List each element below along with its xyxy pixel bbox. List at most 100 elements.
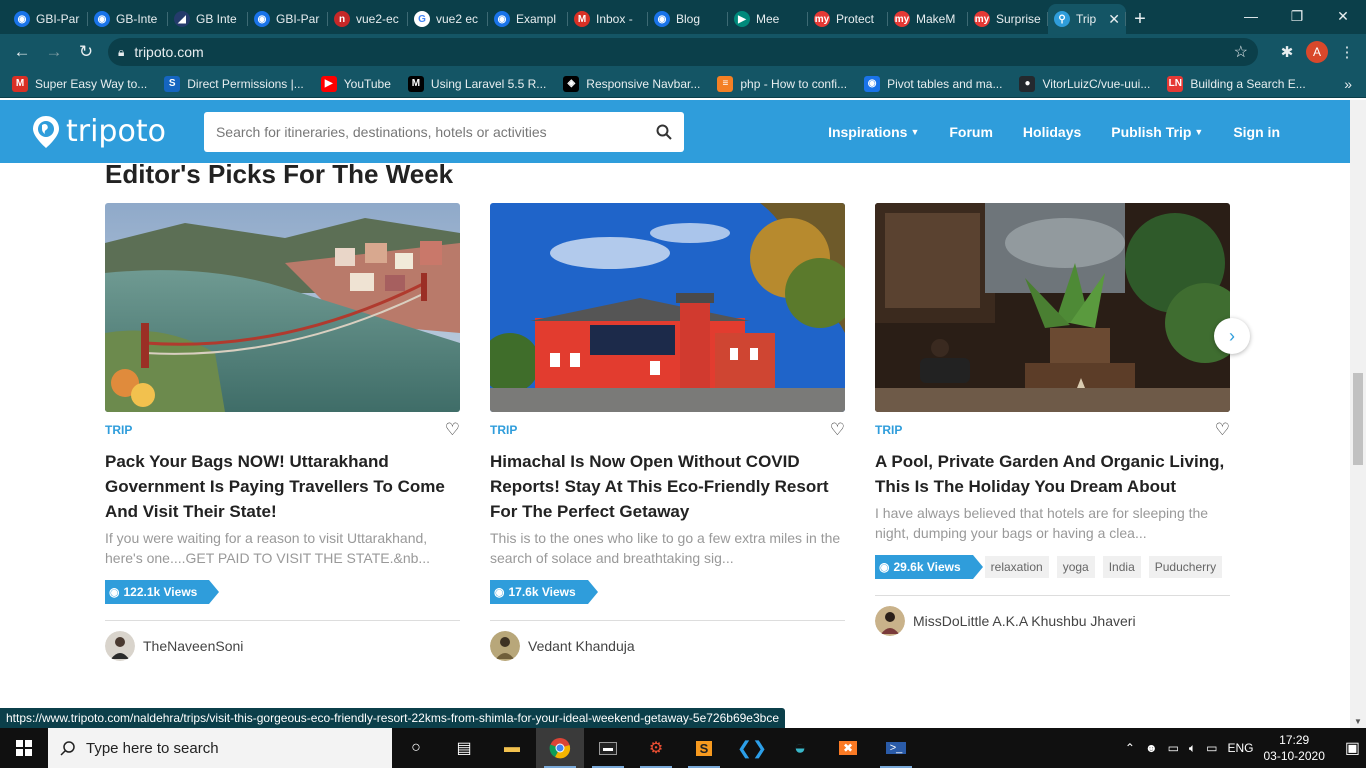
- trip-tag[interactable]: TRIP: [105, 423, 132, 437]
- bookmark-item[interactable]: S Direct Permissions |...: [164, 75, 304, 92]
- tag-chip[interactable]: relaxation: [984, 556, 1049, 578]
- heart-icon[interactable]: ♡: [445, 420, 460, 440]
- browser-tab[interactable]: Gvue2 ec: [408, 4, 488, 34]
- volume-icon[interactable]: 🔈︎: [1189, 741, 1196, 756]
- tripoto-logo[interactable]: tripoto: [32, 114, 166, 149]
- carousel-next-button[interactable]: ›: [1214, 318, 1250, 354]
- powershell-icon[interactable]: >_: [872, 728, 920, 768]
- heart-icon[interactable]: ♡: [830, 420, 845, 440]
- author-name: TheNaveenSoni: [143, 638, 244, 654]
- site-search-input[interactable]: [215, 123, 656, 140]
- nav-publish-trip[interactable]: Publish Trip ▼: [1111, 124, 1203, 140]
- bookmark-item[interactable]: ● VitorLuizC/vue-uui...: [1019, 75, 1150, 92]
- browser-tab[interactable]: my Surprise: [968, 4, 1048, 34]
- bookmark-item[interactable]: M Using Laravel 5.5 R...: [407, 75, 546, 92]
- browser-tab[interactable]: ◉ GBI-Par: [8, 4, 88, 34]
- heart-icon[interactable]: ♡: [1215, 420, 1230, 440]
- scrollbar-thumb[interactable]: [1353, 373, 1363, 465]
- tab-label: Surprise: [996, 12, 1041, 26]
- trip-image-river-bridge[interactable]: [105, 203, 460, 412]
- sublime-text-icon[interactable]: S: [680, 728, 728, 768]
- browser-tab[interactable]: ◢ GB Inte: [168, 4, 248, 34]
- trip-tag[interactable]: TRIP: [490, 423, 517, 437]
- vscode-icon[interactable]: ❮❯: [728, 728, 776, 768]
- trip-card[interactable]: TRIP ♡ Himachal Is Now Open Without COVI…: [490, 203, 845, 661]
- browser-tab[interactable]: ▶ Mee: [728, 4, 808, 34]
- bookmark-item[interactable]: ◉ Pivot tables and ma...: [864, 75, 1002, 92]
- extensions-icon[interactable]: ✱: [1272, 37, 1302, 67]
- browser-tab[interactable]: my Protect: [808, 4, 888, 34]
- card-title[interactable]: A Pool, Private Garden And Organic Livin…: [875, 449, 1230, 499]
- trip-image-red-resort[interactable]: [490, 203, 845, 412]
- tag-chip[interactable]: Puducherry: [1148, 556, 1223, 578]
- browser-tab[interactable]: ⚲ Trip ✕: [1048, 4, 1126, 34]
- close-tab-icon[interactable]: ✕: [1108, 11, 1120, 28]
- forward-icon[interactable]: →: [38, 36, 70, 68]
- terminal-icon[interactable]: ▬: [584, 728, 632, 768]
- scroll-down-icon[interactable]: ▼: [1354, 717, 1362, 726]
- close-window-button[interactable]: ✕: [1320, 0, 1366, 32]
- notifications-icon[interactable]: ▣: [1345, 738, 1360, 758]
- git-icon[interactable]: ⚙: [632, 728, 680, 768]
- network-icon[interactable]: ▭: [1168, 741, 1179, 755]
- bookmark-favicon-icon: LN: [1167, 75, 1184, 92]
- taskbar-search[interactable]: Type here to search: [48, 728, 392, 768]
- card-author[interactable]: Vedant Khanduja: [490, 631, 845, 661]
- xampp-icon[interactable]: ✖: [824, 728, 872, 768]
- bookmark-star-icon[interactable]: ☆: [1234, 42, 1248, 62]
- card-title[interactable]: Himachal Is Now Open Without COVID Repor…: [490, 449, 845, 524]
- trip-card[interactable]: TRIP ♡ A Pool, Private Garden And Organi…: [875, 203, 1230, 636]
- bookmark-item[interactable]: ≡ php - How to confi...: [717, 75, 847, 92]
- card-author[interactable]: MissDoLittle A.K.A Khushbu Jhaveri: [875, 606, 1230, 636]
- clock[interactable]: 17:29 03-10-2020: [1263, 732, 1324, 764]
- bookmark-item[interactable]: ◈ Responsive Navbar...: [563, 75, 700, 92]
- search-icon[interactable]: [656, 124, 672, 140]
- menu-icon[interactable]: ⋮: [1332, 37, 1362, 67]
- card-title[interactable]: Pack Your Bags NOW! Uttarakhand Governme…: [105, 449, 460, 524]
- trip-card[interactable]: TRIP ♡ Pack Your Bags NOW! Uttarakhand G…: [105, 203, 460, 661]
- show-hidden-icons-icon[interactable]: ⌃: [1125, 741, 1135, 755]
- browser-tab[interactable]: ◉ GBI-Par: [248, 4, 328, 34]
- cortana-icon[interactable]: ○: [392, 728, 440, 768]
- bookmark-item[interactable]: ▶ YouTube: [320, 75, 391, 92]
- browser-tab[interactable]: M Inbox -: [568, 4, 648, 34]
- browser-tab[interactable]: ◉ Exampl: [488, 4, 568, 34]
- trip-tag[interactable]: TRIP: [875, 423, 902, 437]
- tag-chip[interactable]: yoga: [1056, 556, 1095, 578]
- tab-favicon-icon: ⚲: [1054, 11, 1070, 27]
- start-button[interactable]: [0, 728, 48, 768]
- new-tab-button[interactable]: +: [1126, 4, 1154, 34]
- profile-button[interactable]: A: [1302, 37, 1332, 67]
- page-scrollbar[interactable]: ▼: [1350, 100, 1366, 728]
- edge-icon[interactable]: ◒: [776, 728, 824, 768]
- card-author[interactable]: TheNaveenSoni: [105, 631, 460, 661]
- trip-image-garden-pool[interactable]: [875, 203, 1230, 412]
- more-bookmarks-icon[interactable]: »: [1344, 76, 1352, 92]
- browser-tab[interactable]: n vue2-ec: [328, 4, 408, 34]
- card-meta: TRIP ♡: [490, 420, 845, 440]
- reload-icon[interactable]: ↻: [70, 36, 102, 68]
- address-bar[interactable]: 🔒︎ tripoto.com ☆: [108, 38, 1258, 66]
- battery-icon[interactable]: ▭: [1206, 741, 1217, 755]
- chevron-down-icon: ▼: [1194, 126, 1204, 137]
- people-icon[interactable]: ☻: [1145, 741, 1158, 755]
- bookmark-favicon-icon: ◈: [563, 75, 580, 92]
- eye-icon: ◉: [494, 585, 505, 599]
- nav-holidays[interactable]: Holidays: [1023, 124, 1081, 140]
- back-icon[interactable]: ←: [6, 36, 38, 68]
- minimize-button[interactable]: —: [1228, 0, 1274, 32]
- bookmark-item[interactable]: M Super Easy Way to...: [12, 75, 147, 92]
- nav-sign-in[interactable]: Sign in: [1233, 124, 1280, 140]
- nav-inspirations[interactable]: Inspirations ▼: [828, 124, 919, 140]
- maximize-button[interactable]: ❐: [1274, 0, 1320, 32]
- nav-forum[interactable]: Forum: [949, 124, 993, 140]
- file-explorer-icon[interactable]: ▬: [488, 728, 536, 768]
- browser-tab[interactable]: ◉ Blog: [648, 4, 728, 34]
- browser-tab[interactable]: ◉ GB-Inte: [88, 4, 168, 34]
- language-indicator[interactable]: ENG: [1227, 741, 1253, 755]
- bookmark-item[interactable]: LN Building a Search E...: [1167, 75, 1306, 92]
- chrome-icon[interactable]: [536, 728, 584, 768]
- browser-tab[interactable]: my MakeM: [888, 4, 968, 34]
- tag-chip[interactable]: India: [1102, 556, 1141, 578]
- task-view-icon[interactable]: ▤: [440, 728, 488, 768]
